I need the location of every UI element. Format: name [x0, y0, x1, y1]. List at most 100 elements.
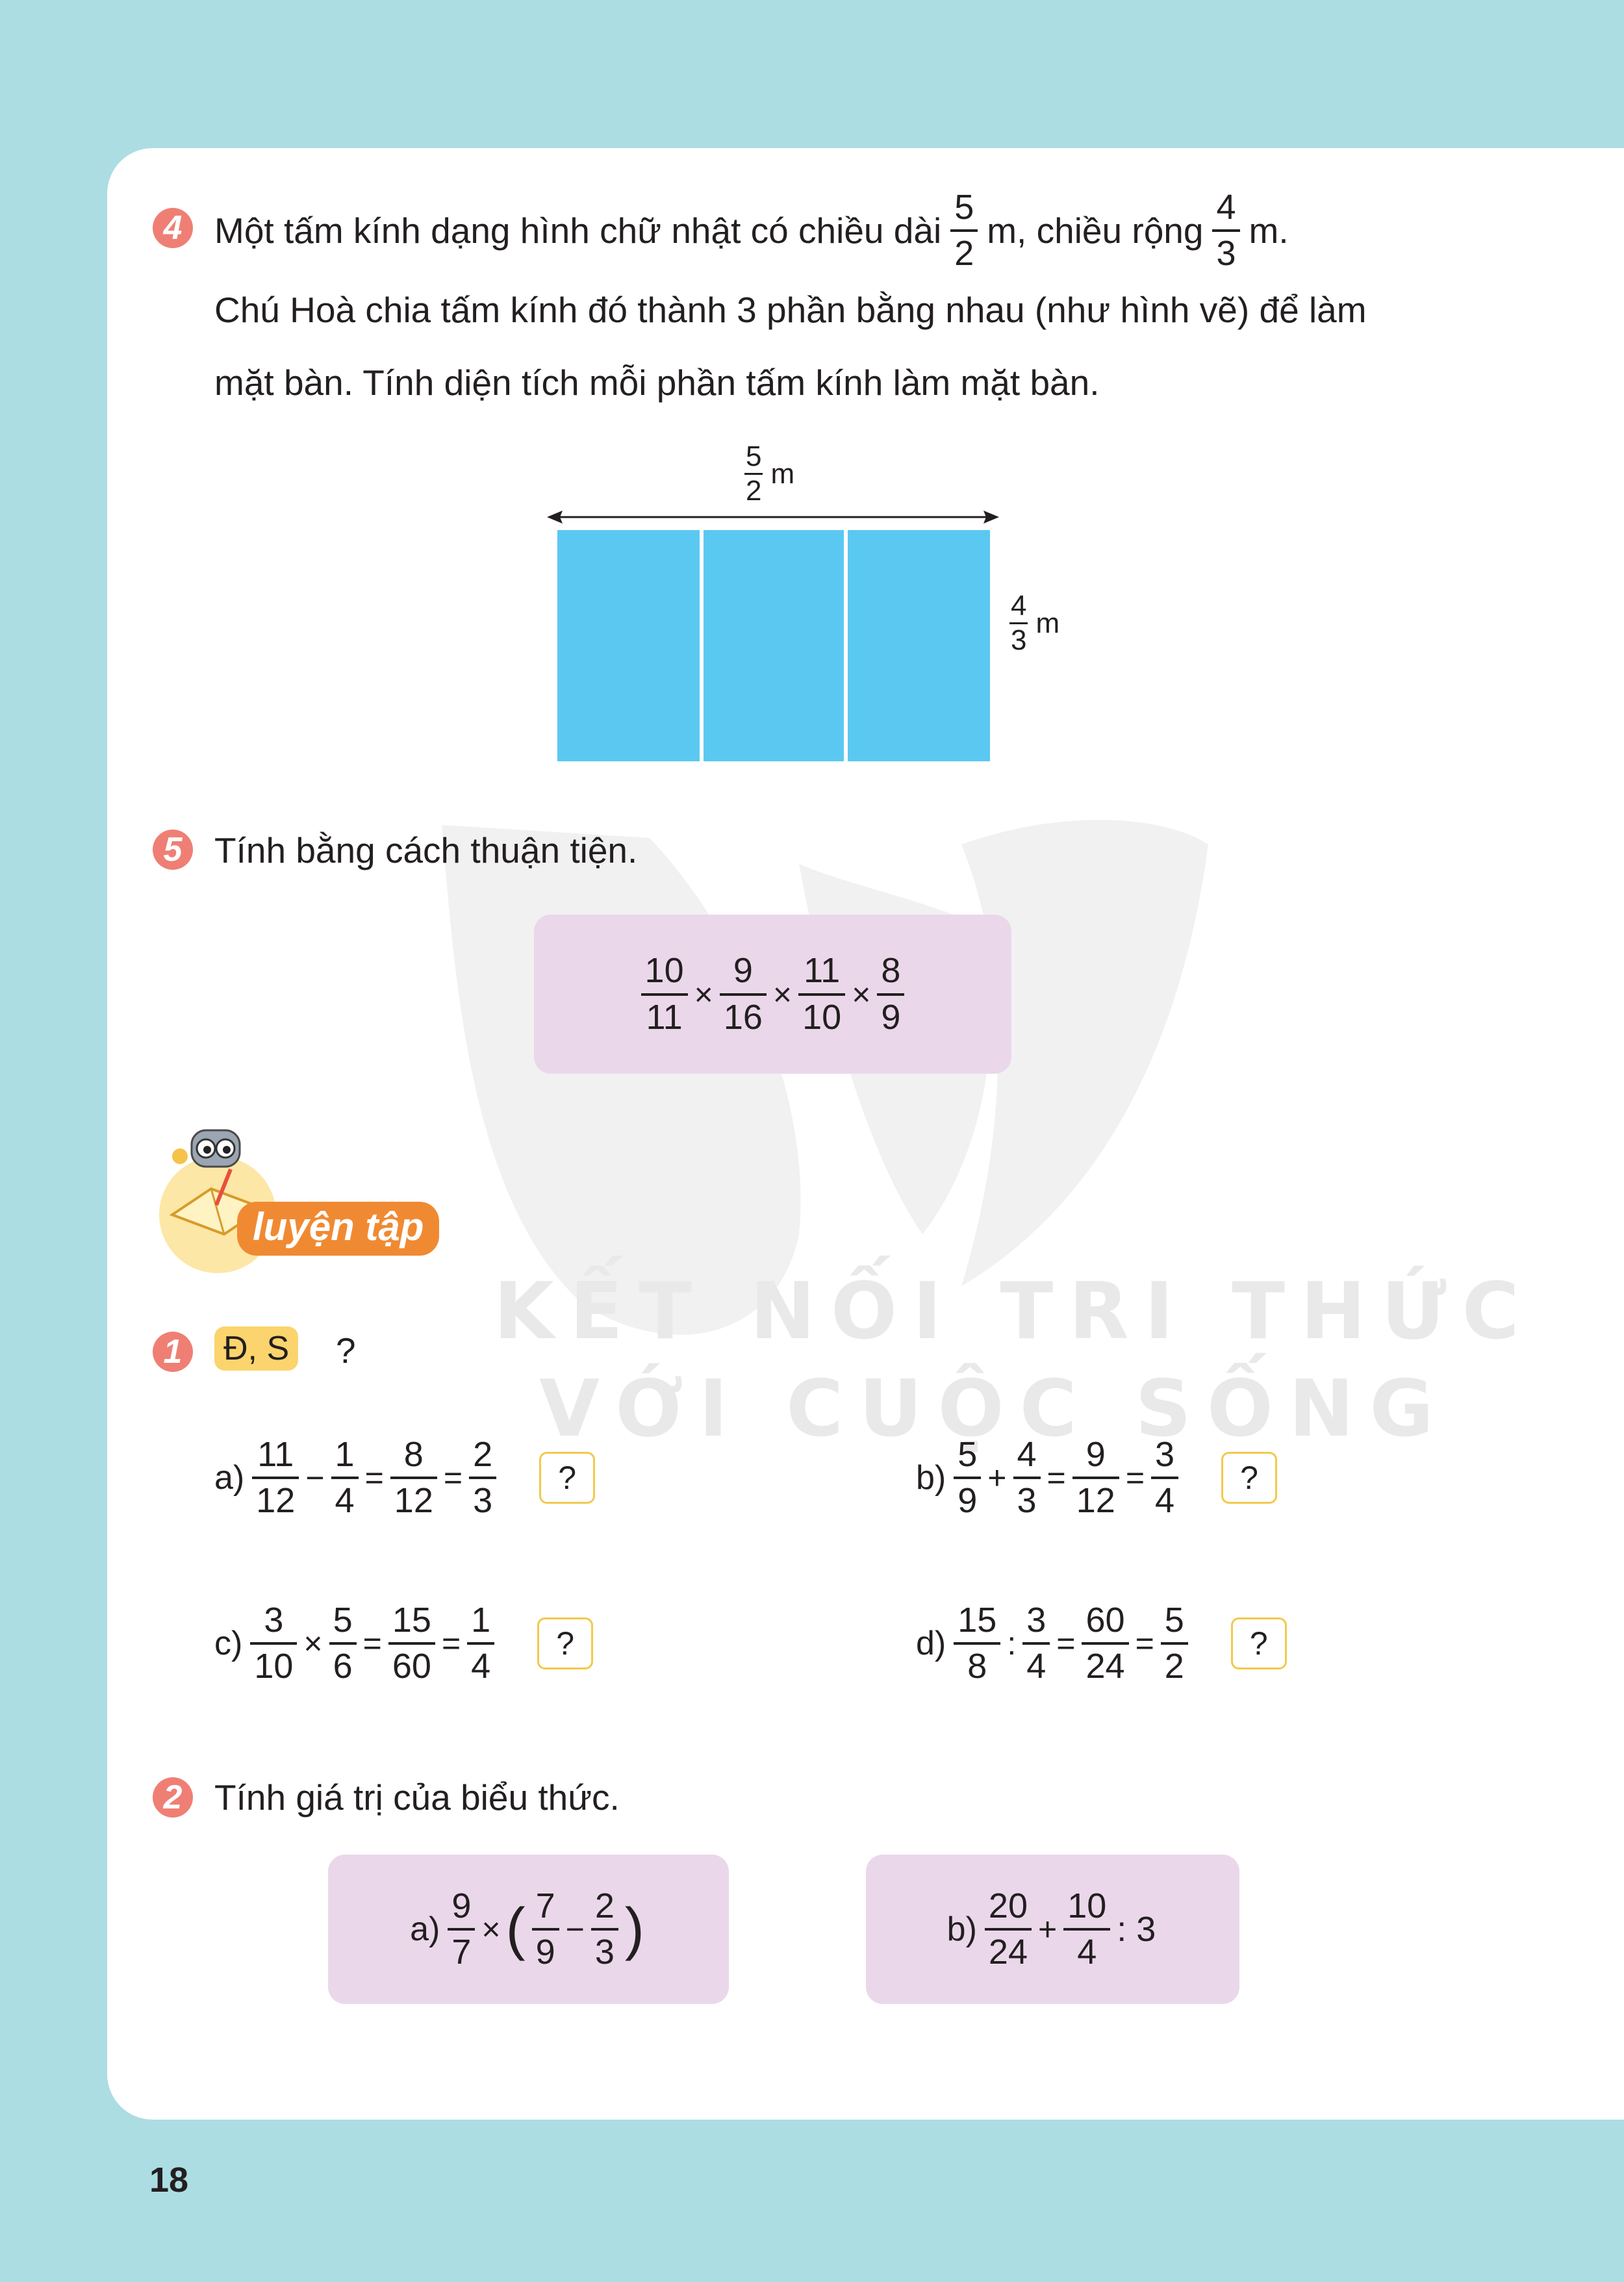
- fraction: 14: [467, 1600, 495, 1686]
- operator: =: [443, 1460, 463, 1496]
- denominator: 12: [1076, 1481, 1115, 1520]
- fraction: 56: [329, 1601, 357, 1686]
- denominator: 24: [988, 1933, 1028, 1971]
- side-label-denominator: 3: [1011, 624, 1027, 657]
- multiply-operator: ×: [694, 976, 713, 1013]
- practice-title: luyện tập: [237, 1202, 440, 1256]
- fraction: 11 12: [252, 1434, 299, 1521]
- fraction-bar: [984, 1928, 1032, 1931]
- fraction-bar: [1022, 1642, 1050, 1645]
- side-dimension-label: 4 3 m: [1006, 590, 1059, 657]
- fraction-bar: [448, 1928, 476, 1931]
- fraction-bar: [1063, 1928, 1111, 1931]
- denominator: 4: [1155, 1481, 1175, 1520]
- denominator: 9: [881, 997, 901, 1037]
- operator: =: [1056, 1625, 1076, 1662]
- exercise-4-text-c: m.: [1249, 210, 1289, 251]
- practice-1-question-mark: ?: [336, 1330, 356, 1371]
- width-denominator: 3: [1216, 234, 1236, 273]
- practice-2-expression-a: a) 9 7 ×(7 9−2 3): [410, 1886, 647, 1972]
- practice-1-item-b: b) 5 9 +4 3 = 9 12 = 3 4?: [916, 1429, 1278, 1527]
- fraction: 52: [1160, 1600, 1188, 1686]
- denominator: 4: [471, 1647, 491, 1686]
- operator: =: [1047, 1460, 1066, 1496]
- operator: ×: [303, 1625, 323, 1662]
- exercise-5-badge: 5: [153, 830, 193, 870]
- denominator: 12: [394, 1481, 433, 1520]
- true-false-answer-box[interactable]: ?: [537, 1617, 594, 1669]
- exercise-4-number: 4: [163, 209, 183, 247]
- fraction: 15 60: [388, 1601, 435, 1686]
- fraction: 8 12: [390, 1434, 437, 1521]
- exercise-4-text-b: m, chiều rộng: [987, 210, 1204, 251]
- fraction-bar: [954, 1477, 982, 1479]
- true-false-answer-box[interactable]: ?: [1221, 1452, 1278, 1504]
- numerator: 2: [473, 1434, 493, 1474]
- numerator: 15: [958, 1600, 997, 1640]
- numerator: 8: [403, 1434, 424, 1474]
- operator: :: [1007, 1625, 1017, 1662]
- exercise-5-expression-box: 10 11 × 9 16 × 11 10 × 8 9: [534, 915, 1011, 1074]
- numerator: 3: [1155, 1434, 1175, 1474]
- exercise-5-number: 5: [163, 831, 183, 868]
- exercise-4-line-2: Chú Hoà chia tấm kính đó thành 3 phần bằ…: [214, 290, 1367, 330]
- fraction-bar: [531, 1928, 559, 1931]
- numerator: 11: [257, 1434, 294, 1474]
- operator: −: [305, 1460, 325, 1496]
- exercise-5-prompt: Tính bằng cách thuận tiện.: [214, 830, 638, 870]
- numerator: 1: [335, 1434, 355, 1474]
- length-denominator: 2: [954, 234, 974, 273]
- item-label: c): [214, 1625, 243, 1662]
- numerator: 5: [1164, 1600, 1184, 1640]
- numerator: 20: [988, 1886, 1028, 1925]
- fraction: 15 8: [954, 1600, 1001, 1686]
- operator: =: [362, 1625, 382, 1662]
- fraction: 34: [1151, 1434, 1179, 1521]
- fraction: 60 24: [1082, 1601, 1129, 1686]
- operator: =: [441, 1625, 461, 1662]
- fraction-bar: [641, 993, 688, 996]
- denominator: 3: [473, 1481, 493, 1520]
- denominator: 9: [535, 1933, 555, 1971]
- operator: =: [364, 1460, 384, 1496]
- numerator: 4: [1017, 1434, 1037, 1474]
- operator: =: [1135, 1625, 1154, 1662]
- denominator: 7: [451, 1933, 472, 1971]
- numerator: 1: [471, 1600, 491, 1640]
- numerator: 7: [535, 1886, 555, 1925]
- fraction-bar: [1013, 1477, 1041, 1479]
- true-false-answer-box[interactable]: ?: [1230, 1617, 1287, 1669]
- fraction-bar: [1160, 1642, 1188, 1645]
- denominator: 4: [335, 1481, 355, 1520]
- item-label: b): [916, 1459, 946, 1497]
- true-false-answer-box[interactable]: ?: [539, 1452, 596, 1504]
- fraction-bar: [390, 1477, 437, 1479]
- open-paren: (: [505, 1896, 526, 1962]
- numerator: 10: [644, 951, 684, 991]
- dimension-arrow-and-rectangle: [547, 511, 999, 761]
- numerator: 5: [333, 1600, 353, 1640]
- practice-1-item-a: a) 11 12−1 4 = 8 12 = 2 3?: [214, 1429, 596, 1527]
- numerator: 3: [264, 1600, 284, 1640]
- length-numerator: 5: [954, 187, 974, 227]
- fraction: 14: [331, 1434, 359, 1521]
- numerator: 10: [1067, 1886, 1107, 1925]
- exercise-4-badge: 4: [153, 208, 193, 248]
- fraction-bar: [798, 993, 846, 996]
- denominator: 4: [1026, 1647, 1047, 1686]
- numerator: 9: [451, 1886, 472, 1925]
- fraction-bar: [252, 1477, 299, 1479]
- fraction-bar: [388, 1642, 435, 1645]
- exercise-4-line-1: Một tấm kính dạng hình chữ nhật có chiều…: [214, 188, 1289, 273]
- denominator: 4: [1077, 1933, 1097, 1971]
- denominator: 16: [723, 997, 763, 1037]
- numerator: 15: [392, 1600, 431, 1640]
- denominator: 9: [958, 1481, 978, 1520]
- denominator: 10: [802, 997, 842, 1037]
- fraction-bar: [250, 1642, 298, 1645]
- exercise-4-text-a: Một tấm kính dạng hình chữ nhật có chiều…: [214, 210, 942, 251]
- item-label: a): [214, 1459, 245, 1497]
- fraction: 97: [448, 1886, 476, 1972]
- close-paren: ): [624, 1896, 644, 1962]
- width-numerator: 4: [1216, 187, 1236, 227]
